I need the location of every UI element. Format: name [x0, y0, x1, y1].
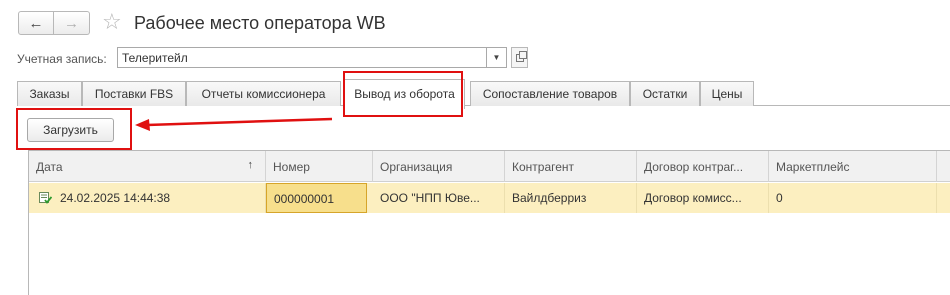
tab-orders[interactable]: Заказы [17, 81, 82, 106]
sort-ascending-icon: ↑ [247, 159, 254, 171]
column-header-contract[interactable]: Договор контраг... [637, 151, 769, 182]
forward-arrow-icon: → [64, 14, 79, 32]
table-header: Дата ↑ Номер Организация Контрагент Дого… [29, 151, 950, 182]
column-header-marketplace[interactable]: Маркетплейс [769, 151, 937, 182]
account-dropdown-button[interactable]: ▼ [487, 47, 507, 68]
cell-marketplace: 0 [769, 183, 937, 213]
column-header-organization[interactable]: Организация [373, 151, 505, 182]
cell-counterparty: Вайлдберриз [505, 183, 637, 213]
tab-product-matching[interactable]: Сопоставление товаров [470, 81, 630, 106]
dropdown-triangle-icon: ▼ [492, 53, 501, 62]
forward-button[interactable]: → [54, 11, 90, 35]
column-header-counterparty[interactable]: Контрагент [505, 151, 637, 182]
tab-fbs-supplies[interactable]: Поставки FBS [82, 81, 186, 106]
cell-date: 24.02.2025 14:44:38 [29, 183, 266, 213]
date-value: 24.02.2025 14:44:38 [60, 191, 171, 205]
back-arrow-icon: ← [28, 14, 44, 32]
tab-withdrawal[interactable]: Вывод из оборота [344, 79, 465, 109]
cell-organization: ООО "НПП Юве... [373, 183, 505, 213]
back-button[interactable]: ← [18, 11, 54, 35]
column-header-number[interactable]: Номер [266, 151, 373, 182]
table-row[interactable]: 24.02.2025 14:44:38 000000001 ООО "НПП Ю… [29, 183, 950, 213]
cell-number[interactable]: 000000001 [266, 183, 367, 213]
posted-document-icon [39, 192, 52, 204]
column-header-more[interactable] [937, 151, 950, 182]
column-label: Дата [36, 160, 63, 174]
open-window-icon [515, 50, 527, 62]
documents-table: Дата ↑ Номер Организация Контрагент Дого… [28, 150, 950, 295]
favorite-star-icon[interactable]: ☆ [102, 9, 122, 35]
load-button[interactable]: Загрузить [27, 118, 114, 142]
column-header-date[interactable]: Дата ↑ [29, 151, 266, 182]
cell-contract: Договор комисс... [637, 183, 769, 213]
account-field[interactable]: Телеритейл [117, 47, 487, 68]
page-title: Рабочее место оператора WB [134, 13, 386, 33]
account-label: Учетная запись: [17, 52, 107, 66]
tab-stock[interactable]: Остатки [630, 81, 700, 106]
tab-prices[interactable]: Цены [700, 81, 754, 106]
window: ← → ☆ Рабочее место оператора WB Учетная… [0, 0, 950, 295]
tab-commissioner-reports[interactable]: Отчеты комиссионера [186, 81, 341, 106]
nav-buttons: ← → [18, 11, 90, 35]
red-arrow-icon [135, 117, 333, 131]
account-open-button[interactable] [511, 47, 528, 68]
